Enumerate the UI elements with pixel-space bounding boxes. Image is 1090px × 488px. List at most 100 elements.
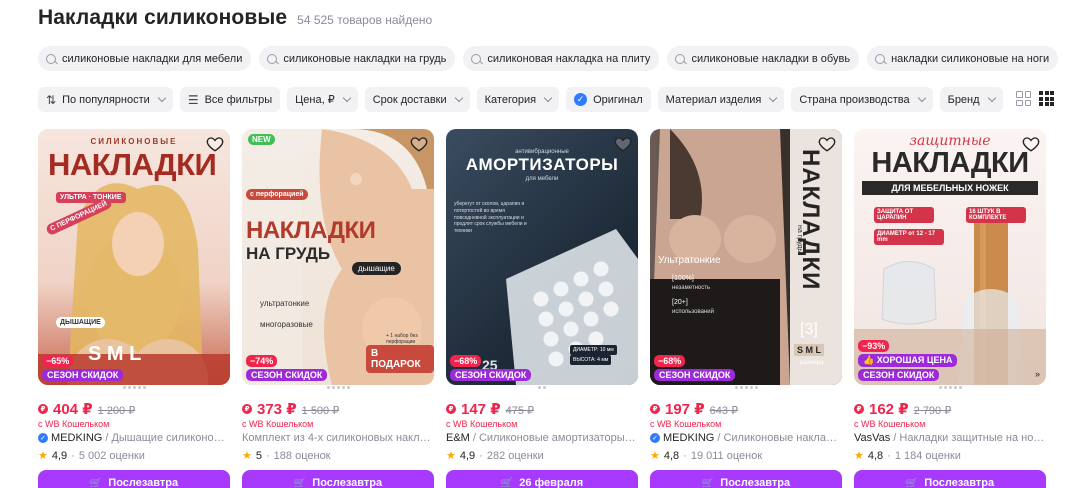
view-toggles bbox=[1016, 91, 1054, 106]
delivery-label: Послезавтра bbox=[924, 477, 995, 488]
chevron-right-icon[interactable]: » bbox=[1035, 369, 1040, 379]
reviews-separator: · bbox=[887, 449, 891, 462]
rating: 4,9 bbox=[51, 449, 68, 462]
product-title[interactable]: E&M / Силиконовые амортизаторы (де… bbox=[446, 432, 638, 444]
sort-label: По популярности bbox=[62, 93, 150, 106]
product-name: / Силиконовые амортизаторы (де… bbox=[472, 432, 638, 444]
season-sale-badge: СЕЗОН СКИДОК bbox=[450, 369, 532, 381]
season-sale-badge: СЕЗОН СКИДОК bbox=[654, 369, 736, 381]
search-chip[interactable]: силиконовая накладка на плиту bbox=[463, 46, 660, 71]
verified-brand-icon: ✓ bbox=[38, 433, 48, 443]
old-price: 1 500 ₽ bbox=[301, 405, 340, 417]
star-icon: ★ bbox=[854, 450, 864, 462]
wallet-note: с WB Кошельком bbox=[650, 419, 722, 429]
add-to-cart-button[interactable]: 🛒 Послезавтра bbox=[854, 470, 1046, 488]
art-text: [20+] bbox=[672, 299, 688, 306]
favorite-heart-icon[interactable] bbox=[1022, 135, 1040, 153]
art-text: S M L bbox=[794, 344, 824, 356]
reviews-count: 19 011 оценок bbox=[690, 449, 763, 462]
art-text: ВЫСОТА: 4 мм bbox=[570, 355, 612, 365]
image-pagination bbox=[854, 386, 1046, 389]
art-text: НАКЛАДКИ bbox=[246, 217, 376, 244]
search-chip[interactable]: силиконовые накладки в обувь bbox=[667, 46, 860, 71]
wallet-icon: ₽ bbox=[242, 404, 252, 414]
category-filter[interactable]: Категория bbox=[476, 87, 560, 112]
sort-icon: ⇅ bbox=[46, 92, 57, 107]
product-image[interactable]: СИЛИКОНОВЫЕ НАКЛАДКИ УЛЬТРА · ТОНКИЕ С П… bbox=[38, 129, 230, 385]
add-to-cart-button[interactable]: 🛒 26 февраля bbox=[446, 470, 638, 488]
delivery-filter[interactable]: Срок доставки bbox=[364, 87, 470, 112]
product-card[interactable]: защитные НАКЛАДКИ ДЛЯ МЕБЕЛЬНЫХ НОЖЕК ЗА… bbox=[854, 129, 1046, 488]
art-text: [100%] bbox=[672, 275, 694, 282]
brand-filter[interactable]: Бренд bbox=[939, 87, 1003, 112]
reviews-count: 1 184 оценки bbox=[894, 449, 961, 462]
cart-icon: 🛒 bbox=[701, 477, 715, 488]
chip-label: накладки силиконовые на ноги bbox=[891, 52, 1050, 65]
product-title[interactable]: VasVas / Накладки защитные на ножки … bbox=[854, 432, 1046, 444]
product-image[interactable]: защитные НАКЛАДКИ ДЛЯ МЕБЕЛЬНЫХ НОЖЕК ЗА… bbox=[854, 129, 1046, 385]
art-text: 16 ШТУК В КОМПЛЕКТЕ bbox=[966, 207, 1026, 223]
art-text: для мебели bbox=[525, 176, 559, 182]
favorite-heart-icon[interactable] bbox=[410, 135, 428, 153]
art-text: ДЛЯ МЕБЕЛЬНЫХ НОЖЕК bbox=[862, 181, 1038, 195]
sliders-icon: ☰ bbox=[187, 92, 199, 107]
art-text: ДИАМЕТР от 12 - 17 mm bbox=[874, 229, 944, 245]
country-filter[interactable]: Страна производства bbox=[791, 87, 933, 112]
product-title[interactable]: Комплект из 4-х силиконовых накладок… bbox=[242, 432, 434, 444]
product-image[interactable]: NEW с перфорацией НАКЛАДКИ НА ГРУДЬ дыша… bbox=[242, 129, 434, 385]
rating-row: ★ 4,9 · 5 002 оценки bbox=[38, 449, 230, 463]
star-icon: ★ bbox=[242, 450, 252, 462]
reviews-separator: · bbox=[683, 449, 687, 462]
sort-dropdown[interactable]: ⇅ По популярности bbox=[38, 87, 173, 112]
product-image[interactable]: антивибрационные АМОРТИЗАТОРЫ для мебели… bbox=[446, 129, 638, 385]
reviews-separator: · bbox=[266, 449, 270, 462]
price: 197 ₽ bbox=[665, 401, 705, 418]
old-price: 475 ₽ bbox=[505, 405, 535, 417]
art-text: NEW bbox=[248, 134, 275, 145]
add-to-cart-button[interactable]: 🛒 Послезавтра bbox=[650, 470, 842, 488]
art-text: [3] bbox=[800, 321, 818, 338]
product-card[interactable]: NEW с перфорацией НАКЛАДКИ НА ГРУДЬ дыша… bbox=[242, 129, 434, 488]
product-card[interactable]: антивибрационные АМОРТИЗАТОРЫ для мебели… bbox=[446, 129, 638, 488]
star-icon: ★ bbox=[650, 450, 660, 462]
old-price: 2 790 ₽ bbox=[913, 405, 952, 417]
price-row: ₽ 147 ₽ 475 ₽ bbox=[446, 400, 638, 418]
country-filter-label: Страна производства bbox=[799, 93, 910, 106]
material-filter-label: Материал изделия bbox=[665, 93, 762, 106]
product-name: / Дышащие силиконовые н… bbox=[105, 432, 230, 444]
favorite-heart-icon[interactable] bbox=[614, 135, 632, 153]
product-title[interactable]: ✓ MEDKING / Силиконовые накладки на… bbox=[650, 432, 842, 444]
price-row: ₽ 404 ₽ 1 200 ₽ bbox=[38, 400, 230, 418]
product-title[interactable]: ✓ MEDKING / Дышащие силиконовые н… bbox=[38, 432, 230, 444]
chevron-down-icon bbox=[917, 93, 926, 103]
favorite-heart-icon[interactable] bbox=[206, 135, 224, 153]
price-filter[interactable]: Цена, ₽ bbox=[287, 87, 358, 112]
search-chip[interactable]: силиконовые накладки на грудь bbox=[259, 46, 456, 71]
filter-bar: ⇅ По популярности ☰ Все фильтры Цена, ₽ … bbox=[38, 87, 1003, 112]
search-chip[interactable]: силиконовые накладки для мебели bbox=[38, 46, 252, 71]
delivery-label: Послезавтра bbox=[720, 477, 791, 488]
all-filters-button[interactable]: ☰ Все фильтры bbox=[179, 87, 281, 112]
price-row: ₽ 197 ₽ 643 ₽ bbox=[650, 400, 842, 418]
art-text: дышащие bbox=[352, 262, 401, 275]
price-filter-label: Цена, ₽ bbox=[295, 94, 335, 106]
results-count: 54 525 товаров найдено bbox=[297, 13, 433, 27]
rating: 4,8 bbox=[867, 449, 884, 462]
art-text: многоразовые bbox=[260, 320, 313, 329]
delivery-label: Послезавтра bbox=[312, 477, 383, 488]
art-text: незаметность bbox=[672, 285, 711, 291]
wallet-note: с WB Кошельком bbox=[242, 419, 314, 429]
product-card[interactable]: НАКЛАДКИ на грудь Ультратонкие [100%] не… bbox=[650, 129, 842, 488]
search-chip[interactable]: накладки силиконовые на ноги bbox=[867, 46, 1059, 71]
add-to-cart-button[interactable]: 🛒 Послезавтра bbox=[38, 470, 230, 488]
product-image[interactable]: НАКЛАДКИ на грудь Ультратонкие [100%] не… bbox=[650, 129, 842, 385]
material-filter[interactable]: Материал изделия bbox=[657, 87, 785, 112]
original-filter-label: Оригинал bbox=[593, 93, 643, 106]
small-grid-icon[interactable] bbox=[1039, 91, 1054, 106]
product-card[interactable]: СИЛИКОНОВЫЕ НАКЛАДКИ УЛЬТРА · ТОНКИЕ С П… bbox=[38, 129, 230, 488]
original-filter[interactable]: ✓ Оригинал bbox=[566, 87, 651, 112]
add-to-cart-button[interactable]: 🛒 Послезавтра bbox=[242, 470, 434, 488]
favorite-heart-icon[interactable] bbox=[818, 135, 836, 153]
large-grid-icon[interactable] bbox=[1016, 91, 1031, 106]
art-text: размера bbox=[800, 360, 824, 366]
